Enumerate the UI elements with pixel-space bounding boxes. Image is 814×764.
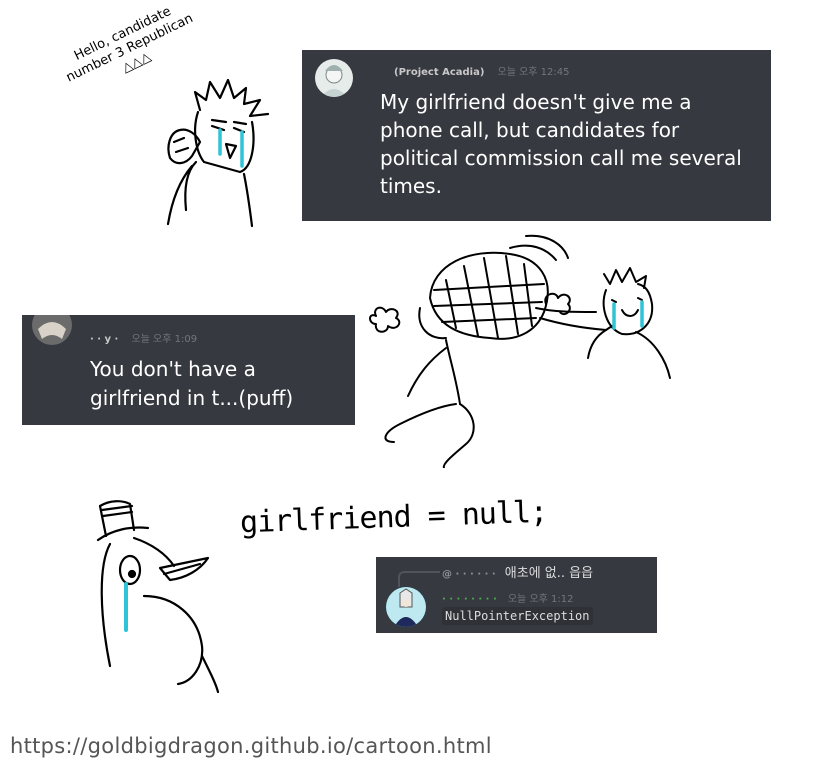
- timestamp: 오늘 오후 12:45: [497, 67, 570, 78]
- credit-url[interactable]: https://goldbigdragon.github.io/cartoon.…: [10, 734, 492, 758]
- message-header: · · y · 오늘 오후 1:09: [90, 327, 197, 346]
- message-text: You don't have a girlfriend in t...(puff…: [90, 357, 294, 410]
- crying-man-phone-drawing: [166, 78, 270, 228]
- user-avatar: [315, 59, 353, 97]
- reply-text: 애초에 없.. 읍읍: [504, 566, 594, 581]
- inline-code: NullPointerException: [442, 607, 593, 625]
- girlfriend-slap-drawing: [369, 234, 671, 468]
- reply-username[interactable]: @ · · · · · ·: [442, 569, 496, 580]
- username[interactable]: (Project Acadia): [394, 67, 484, 78]
- avatar-portrait-icon: [321, 65, 347, 97]
- message-text: My girlfriend doesn't give me a phone ca…: [380, 90, 742, 198]
- code-caption: girlfriend = null;: [239, 494, 548, 541]
- message-header: (Project Acadia) 오늘 오후 12:45: [394, 60, 570, 79]
- message-header: · · · · · · · · 오늘 오후 1:12: [442, 587, 573, 606]
- timestamp: 오늘 오후 1:12: [507, 594, 574, 605]
- avatar-portrait-icon: [386, 587, 426, 627]
- reply-connector: [398, 571, 440, 587]
- reply-preview[interactable]: @ · · · · · · 애초에 없.. 읍읍: [442, 562, 593, 581]
- avatar-portrait-icon: [32, 315, 72, 345]
- chat-message-1: (Project Acadia) 오늘 오후 12:45 My girlfrie…: [302, 50, 771, 221]
- user-avatar: [32, 315, 72, 345]
- username[interactable]: · · · · · · · ·: [442, 594, 497, 605]
- user-avatar: [386, 587, 426, 627]
- username[interactable]: · · y ·: [90, 334, 118, 345]
- timestamp: 오늘 오후 1:09: [131, 334, 198, 345]
- chat-message-2: · · y · 오늘 오후 1:09 You don't have a girl…: [22, 315, 355, 425]
- chat-message-3: @ · · · · · · 애초에 없.. 읍읍 · · · · · · · ·…: [376, 557, 657, 633]
